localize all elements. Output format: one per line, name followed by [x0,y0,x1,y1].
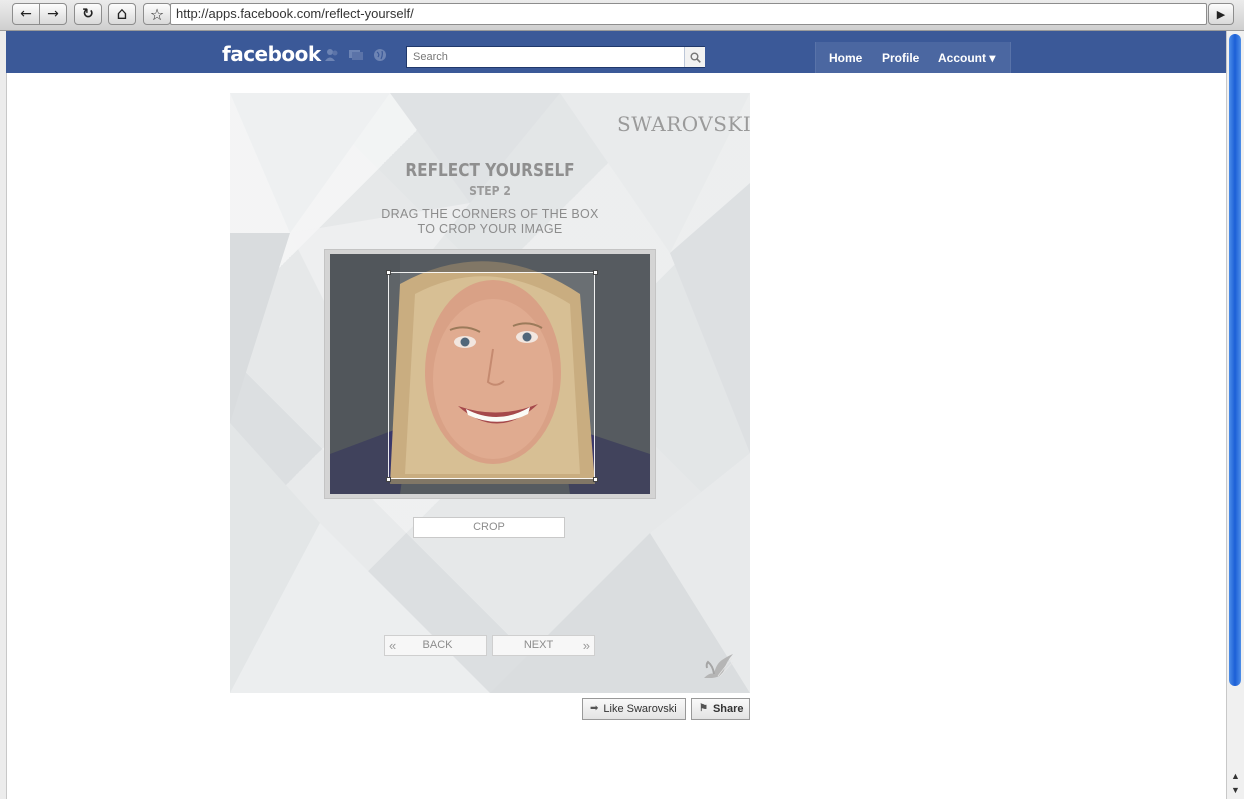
like-arrow-icon: ➡ [590,703,599,714]
like-button-label: Like Swarovski [603,703,677,715]
page-title: REFLECT YOURSELF [405,160,575,181]
share-button-label: Share [712,703,744,715]
swarovski-wordmark: SWAROVSKI [617,112,752,136]
crop-handle-top-left[interactable] [386,270,391,275]
bookmark-star-icon[interactable]: ☆ [143,3,171,25]
scroll-up-arrow-icon[interactable]: ▲ [1231,771,1240,781]
notifications-globe-icon[interactable] [372,48,388,62]
vertical-scrollbar[interactable]: ▲ ▼ [1226,31,1244,799]
scrollbar-thumb[interactable] [1229,34,1241,686]
back-arrow-icon[interactable]: ← [12,3,40,25]
home-icon[interactable]: ⌂ [108,3,136,25]
nav-home-link[interactable]: Home [829,51,862,65]
crop-instructions: DRAG THE CORNERS OF THE BOX TO CROP YOUR… [230,207,750,237]
reload-icon[interactable]: ↻ [74,3,102,25]
share-button[interactable]: ⚑ Share [691,698,750,720]
back-chevron-icon: « [389,638,397,653]
step-indicator: STEP 2 [469,184,511,198]
crop-handle-top-right[interactable] [593,270,598,275]
messages-icon[interactable] [348,48,364,62]
back-button[interactable]: « BACK [384,635,487,656]
crop-handle-bottom-left[interactable] [386,477,391,482]
instruction-line-1: DRAG THE CORNERS OF THE BOX [381,207,599,221]
friend-requests-icon[interactable] [324,48,340,62]
next-chevron-icon: » [582,638,590,653]
crop-selection-box[interactable] [388,272,595,479]
back-button-label: BACK [422,639,453,651]
page-menu-icon[interactable]: ▶ [1208,3,1234,25]
crop-button[interactable]: CROP [413,517,565,538]
crop-handle-bottom-right[interactable] [593,477,598,482]
nav-profile-link[interactable]: Profile [882,51,919,65]
next-button-label: NEXT [523,639,554,651]
search-input[interactable]: Search [406,46,705,68]
browser-toolbar: ← → ↻ ⌂ ☆ http://apps.facebook.com/refle… [0,0,1244,31]
scroll-down-arrow-icon[interactable]: ▼ [1231,785,1240,795]
like-swarovski-button[interactable]: ➡ Like Swarovski [582,698,686,720]
facebook-jewels [324,48,388,62]
address-bar[interactable]: http://apps.facebook.com/reflect-yoursel… [170,3,1207,25]
swan-logo-icon [704,654,734,678]
nav-account-menu[interactable]: Account ▾ [938,51,995,65]
search-icon[interactable] [684,47,705,67]
share-flag-icon: ⚑ [699,703,708,714]
forward-arrow-icon[interactable]: → [39,3,67,25]
next-button[interactable]: NEXT » [492,635,595,656]
facebook-logo[interactable]: facebook [222,42,321,66]
instruction-line-2: TO CROP YOUR IMAGE [417,222,563,236]
window-edge [0,31,7,799]
